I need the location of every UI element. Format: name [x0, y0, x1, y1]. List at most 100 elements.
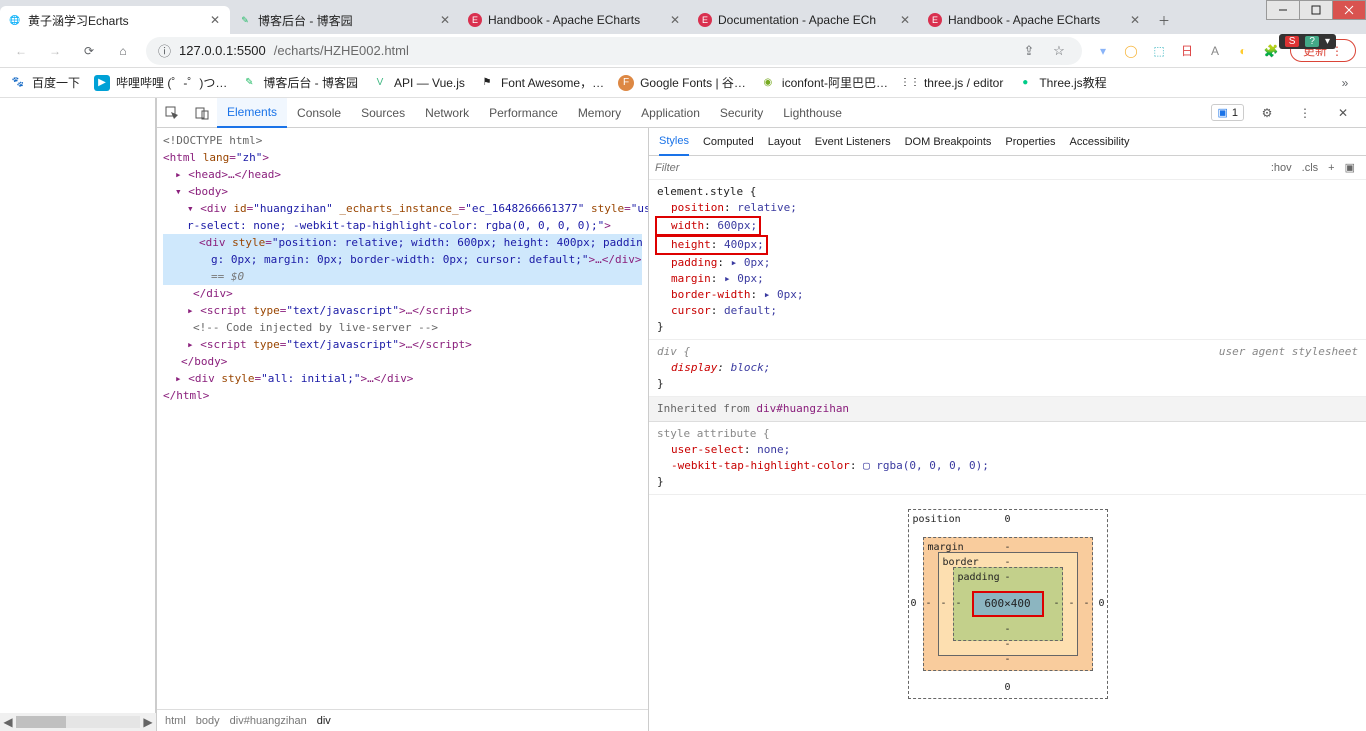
- bookmarks-overflow-button[interactable]: »: [1334, 72, 1356, 94]
- styles-tab-styles[interactable]: Styles: [659, 128, 689, 156]
- dom-tree[interactable]: <!DOCTYPE html> <html lang="zh"> ▸ <head…: [157, 128, 648, 709]
- devtools-tab-elements[interactable]: Elements: [217, 98, 287, 128]
- close-icon[interactable]: ✕: [898, 13, 912, 27]
- bookmark-item[interactable]: ⚑Font Awesome，…: [479, 74, 604, 91]
- bookmark-item[interactable]: 🐾百度一下: [10, 74, 80, 91]
- bookmarks-bar: 🐾百度一下 ▶哔哩哔哩 (゜-゜)つ… ✎博客后台 - 博客园 VAPI — V…: [0, 68, 1366, 98]
- ext-icon[interactable]: A: [1206, 42, 1224, 60]
- devtools-tab-network[interactable]: Network: [415, 98, 479, 128]
- bookmark-item[interactable]: ✎博客后台 - 博客园: [241, 74, 358, 91]
- devtools-tab-lighthouse[interactable]: Lighthouse: [773, 98, 852, 128]
- star-icon[interactable]: ☆: [1048, 40, 1070, 62]
- tab-3[interactable]: E Documentation - Apache ECh ✕: [690, 6, 920, 34]
- styles-content: element.style { position: relative; widt…: [649, 180, 1366, 731]
- new-tab-button[interactable]: ＋: [1150, 6, 1178, 34]
- close-window-button[interactable]: [1332, 0, 1366, 20]
- styles-tab-layout[interactable]: Layout: [768, 136, 801, 148]
- devtools-tab-sources[interactable]: Sources: [351, 98, 415, 128]
- back-button[interactable]: ←: [10, 40, 32, 62]
- minimize-button[interactable]: [1266, 0, 1300, 20]
- ext-icon[interactable]: 日: [1178, 42, 1196, 60]
- tab-title: 黄子涵学习Echarts: [28, 12, 202, 29]
- bookmark-item[interactable]: ◉iconfont-阿里巴巴…: [760, 74, 888, 91]
- address-bar-row: ← → ⟳ ⌂ ⓘ 127.0.0.1:5500/echarts/HZHE002…: [0, 34, 1366, 68]
- styles-tab-dombreakpoints[interactable]: DOM Breakpoints: [905, 136, 992, 148]
- devtools-tab-memory[interactable]: Memory: [568, 98, 631, 128]
- dom-node[interactable]: <head>…</head>: [188, 168, 281, 181]
- toggle-computed-icon[interactable]: ▣: [1340, 161, 1360, 174]
- inspect-icon[interactable]: [157, 106, 187, 120]
- tab-title: Documentation - Apache ECh: [718, 13, 892, 27]
- breadcrumb-item[interactable]: body: [196, 715, 220, 727]
- devtools-panel: Elements Console Sources Network Perform…: [156, 98, 1366, 731]
- style-rule[interactable]: style attribute { user-select: none; -we…: [649, 422, 1366, 495]
- forward-button[interactable]: →: [44, 40, 66, 62]
- style-rule[interactable]: user agent stylesheet div { display: blo…: [649, 340, 1366, 397]
- breadcrumb-item[interactable]: html: [165, 715, 186, 727]
- bookmark-item[interactable]: ⋮⋮three.js / editor: [902, 75, 1003, 91]
- url-input[interactable]: ⓘ 127.0.0.1:5500/echarts/HZHE002.html ⇪ …: [146, 37, 1082, 65]
- breadcrumb-item[interactable]: div: [317, 715, 331, 727]
- window-controls: [1267, 0, 1366, 20]
- dom-node-selected[interactable]: <div style="position: relative; width: 6…: [163, 234, 642, 251]
- site-info-icon[interactable]: ⓘ: [158, 41, 171, 60]
- tab-title: Handbook - Apache ECharts: [488, 13, 662, 27]
- close-icon[interactable]: ✕: [208, 13, 222, 27]
- tab-1[interactable]: ✎ 博客后台 - 博客园 ✕: [230, 6, 460, 34]
- styles-filter-input[interactable]: [655, 162, 1266, 174]
- tab-strip: 🌐 黄子涵学习Echarts ✕ ✎ 博客后台 - 博客园 ✕ E Handbo…: [0, 0, 1366, 34]
- hov-toggle[interactable]: :hov: [1266, 162, 1297, 174]
- bookmark-item[interactable]: ▶哔哩哔哩 (゜-゜)つ…: [94, 74, 227, 91]
- selected-marker: == $0: [163, 268, 642, 285]
- inherited-header: Inherited from div#huangzihan: [649, 397, 1366, 422]
- ime-badge: S ? ▾: [1279, 34, 1336, 49]
- dom-node[interactable]: <!DOCTYPE html>: [163, 132, 642, 149]
- bookmark-item[interactable]: ●Three.js教程: [1017, 74, 1106, 91]
- styles-tab-properties[interactable]: Properties: [1005, 136, 1055, 148]
- bookmark-item[interactable]: FGoogle Fonts | 谷…: [618, 74, 746, 91]
- ext-icon[interactable]: ⬚: [1150, 42, 1168, 60]
- pencil-icon: ✎: [238, 13, 252, 27]
- scroll-right-icon[interactable]: ▶: [140, 714, 156, 730]
- tab-0[interactable]: 🌐 黄子涵学习Echarts ✕: [0, 6, 230, 34]
- devtools-tab-security[interactable]: Security: [710, 98, 773, 128]
- ext-icon[interactable]: ▾: [1094, 42, 1112, 60]
- issues-button[interactable]: ▣1: [1211, 104, 1244, 121]
- boxmodel-content: 600×400: [972, 591, 1044, 617]
- reload-button[interactable]: ⟳: [78, 40, 100, 62]
- devtools-tab-application[interactable]: Application: [631, 98, 710, 128]
- cls-toggle[interactable]: .cls: [1297, 162, 1324, 174]
- breadcrumb-item[interactable]: div#huangzihan: [230, 715, 307, 727]
- echarts-icon: E: [928, 13, 942, 27]
- close-devtools-icon[interactable]: ✕: [1328, 106, 1358, 120]
- ext-icon[interactable]: ◐: [1234, 42, 1252, 60]
- url-path: /echarts/HZHE002.html: [274, 43, 409, 58]
- close-icon[interactable]: ✕: [668, 13, 682, 27]
- styles-tab-eventlisteners[interactable]: Event Listeners: [815, 136, 891, 148]
- styles-tab-computed[interactable]: Computed: [703, 136, 754, 148]
- dom-node[interactable]: <!-- Code injected by live-server -->: [163, 319, 642, 336]
- gear-icon[interactable]: ⚙: [1252, 106, 1282, 120]
- horizontal-scrollbar[interactable]: ◀ ▶: [0, 713, 156, 731]
- echarts-icon: E: [698, 13, 712, 27]
- extensions-icon[interactable]: 🧩: [1262, 42, 1280, 60]
- elements-panel: <!DOCTYPE html> <html lang="zh"> ▸ <head…: [157, 128, 649, 731]
- tab-4[interactable]: E Handbook - Apache ECharts ✕: [920, 6, 1150, 34]
- share-icon[interactable]: ⇪: [1018, 40, 1040, 62]
- boxmodel-label: position: [913, 512, 961, 528]
- maximize-button[interactable]: [1299, 0, 1333, 20]
- tab-2[interactable]: E Handbook - Apache ECharts ✕: [460, 6, 690, 34]
- add-rule-button[interactable]: +: [1323, 162, 1339, 174]
- kebab-icon[interactable]: ⋮: [1290, 106, 1320, 120]
- bookmark-item[interactable]: VAPI — Vue.js: [372, 75, 465, 91]
- style-rule[interactable]: element.style { position: relative; widt…: [649, 180, 1366, 340]
- scroll-left-icon[interactable]: ◀: [0, 714, 16, 730]
- devtools-tab-performance[interactable]: Performance: [479, 98, 568, 128]
- home-button[interactable]: ⌂: [112, 40, 134, 62]
- close-icon[interactable]: ✕: [438, 13, 452, 27]
- styles-tab-accessibility[interactable]: Accessibility: [1070, 136, 1130, 148]
- devtools-tab-console[interactable]: Console: [287, 98, 351, 128]
- close-icon[interactable]: ✕: [1128, 13, 1142, 27]
- ext-icon[interactable]: ◯: [1122, 42, 1140, 60]
- device-toggle-icon[interactable]: [187, 106, 217, 120]
